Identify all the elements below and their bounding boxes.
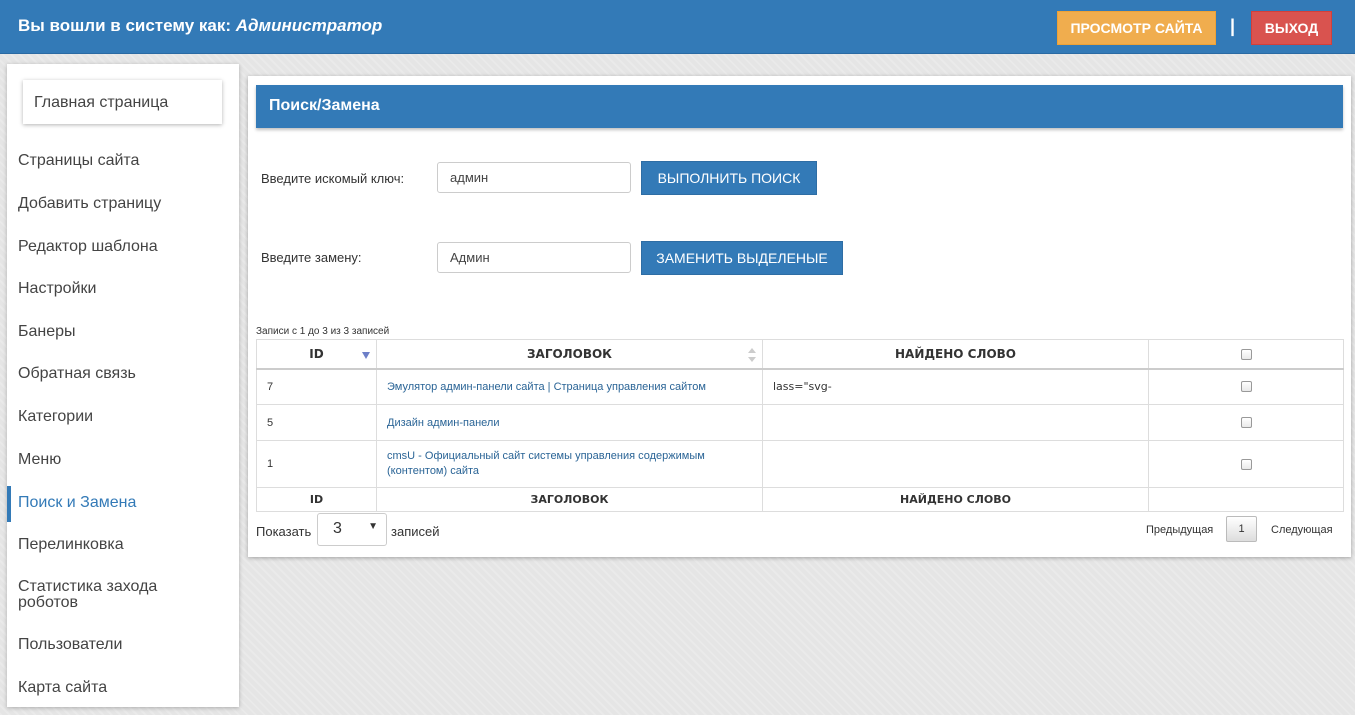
page-size-value: 3	[333, 520, 342, 537]
dropdown-arrow-icon: ▼	[368, 521, 378, 532]
row-checkbox[interactable]	[1240, 458, 1252, 470]
sort-desc-icon	[362, 352, 370, 359]
user-role: Администратор	[235, 16, 383, 35]
pagination-current-page[interactable]: 1	[1226, 516, 1257, 542]
footer-found-word: НАЙДЕНО СЛОВО	[762, 487, 1149, 512]
footer-select	[1148, 487, 1344, 512]
table-row: 5 Дизайн админ-панели	[256, 404, 1344, 441]
sidebar-item-menu[interactable]: Меню	[7, 452, 239, 468]
records-info: Записи с 1 до 3 из 3 записей	[256, 326, 390, 337]
replace-input[interactable]	[437, 242, 631, 273]
sidebar-item-banners[interactable]: Банеры	[7, 324, 239, 340]
row-select-cell	[1148, 368, 1344, 405]
view-site-button[interactable]: Просмотр сайта	[1057, 11, 1216, 45]
select-all-checkbox[interactable]	[1240, 348, 1252, 360]
row-found-word	[762, 404, 1149, 441]
page-title: Поиск/Замена	[256, 85, 1343, 128]
table-row: 7 Эмулятор админ-панели сайта | Страница…	[256, 368, 1344, 405]
row-checkbox[interactable]	[1240, 381, 1252, 393]
welcome-prefix: Вы вошли в систему как:	[18, 16, 232, 35]
sidebar: Главная страница Страницы сайта Добавить…	[7, 64, 239, 707]
row-found-word	[762, 440, 1149, 488]
sort-icon	[748, 348, 756, 362]
column-header-select	[1148, 339, 1344, 370]
sidebar-item-settings[interactable]: Настройки	[7, 281, 239, 297]
row-title-link[interactable]: cmsU - Официальный сайт системы управлен…	[376, 440, 763, 488]
sidebar-item-pages[interactable]: Страницы сайта	[7, 153, 239, 169]
row-id: 5	[256, 404, 377, 441]
sidebar-item-robot-stats[interactable]: Статистика захода роботов	[7, 579, 177, 611]
row-id: 7	[256, 368, 377, 405]
search-button[interactable]: Выполнить поиск	[641, 161, 817, 195]
row-found-word: lass="svg-	[762, 368, 1149, 405]
records-label: записей	[391, 524, 440, 539]
sidebar-item-categories[interactable]: Категории	[7, 409, 239, 425]
row-select-cell	[1148, 440, 1344, 488]
search-label: Введите искомый ключ:	[261, 171, 405, 186]
sidebar-item-search-replace[interactable]: Поиск и Замена	[7, 486, 239, 522]
row-title-link[interactable]: Эмулятор админ-панели сайта | Страница у…	[376, 368, 763, 405]
pagination-previous[interactable]: Предыдущая	[1146, 524, 1213, 536]
footer-id: ID	[256, 487, 377, 512]
table-row: 1 cmsU - Официальный сайт системы управл…	[256, 440, 1344, 488]
main-panel: Поиск/Замена Введите искомый ключ: Выпол…	[248, 76, 1351, 557]
page-size-select[interactable]: 3 ▼	[317, 513, 387, 546]
logout-button[interactable]: Выход	[1251, 11, 1332, 45]
column-header-id[interactable]: ID	[256, 339, 377, 370]
sidebar-item-users[interactable]: Пользователи	[7, 637, 239, 653]
sidebar-item-feedback[interactable]: Обратная связь	[7, 366, 239, 382]
column-header-title[interactable]: ЗАГОЛОВОК	[376, 339, 763, 370]
search-input[interactable]	[437, 162, 631, 193]
replace-label: Введите замену:	[261, 250, 362, 265]
results-table: ID ЗАГОЛОВОК НАЙДЕНО СЛОВО 7 Эмулятор ад…	[256, 339, 1344, 512]
column-header-found-word: НАЙДЕНО СЛОВО	[762, 339, 1149, 370]
sidebar-item-sitemap[interactable]: Карта сайта	[7, 680, 239, 696]
welcome-text: Вы вошли в систему как: Администратор	[18, 16, 382, 36]
sidebar-item-add-page[interactable]: Добавить страницу	[7, 196, 239, 212]
top-bar: Вы вошли в систему как: Администратор Пр…	[0, 0, 1355, 54]
show-label: Показать	[256, 524, 312, 539]
row-checkbox[interactable]	[1240, 417, 1252, 429]
pagination-next[interactable]: Следующая	[1271, 524, 1333, 536]
sidebar-home-link[interactable]: Главная страница	[23, 80, 222, 124]
row-title-link[interactable]: Дизайн админ-панели	[376, 404, 763, 441]
row-select-cell	[1148, 404, 1344, 441]
header-separator: |	[1230, 16, 1236, 36]
row-id: 1	[256, 440, 377, 488]
sidebar-item-template-editor[interactable]: Редактор шаблона	[7, 239, 239, 255]
replace-selected-button[interactable]: Заменить выделеные	[641, 241, 843, 275]
footer-title: ЗАГОЛОВОК	[376, 487, 763, 512]
sidebar-item-linking[interactable]: Перелинковка	[7, 537, 239, 553]
